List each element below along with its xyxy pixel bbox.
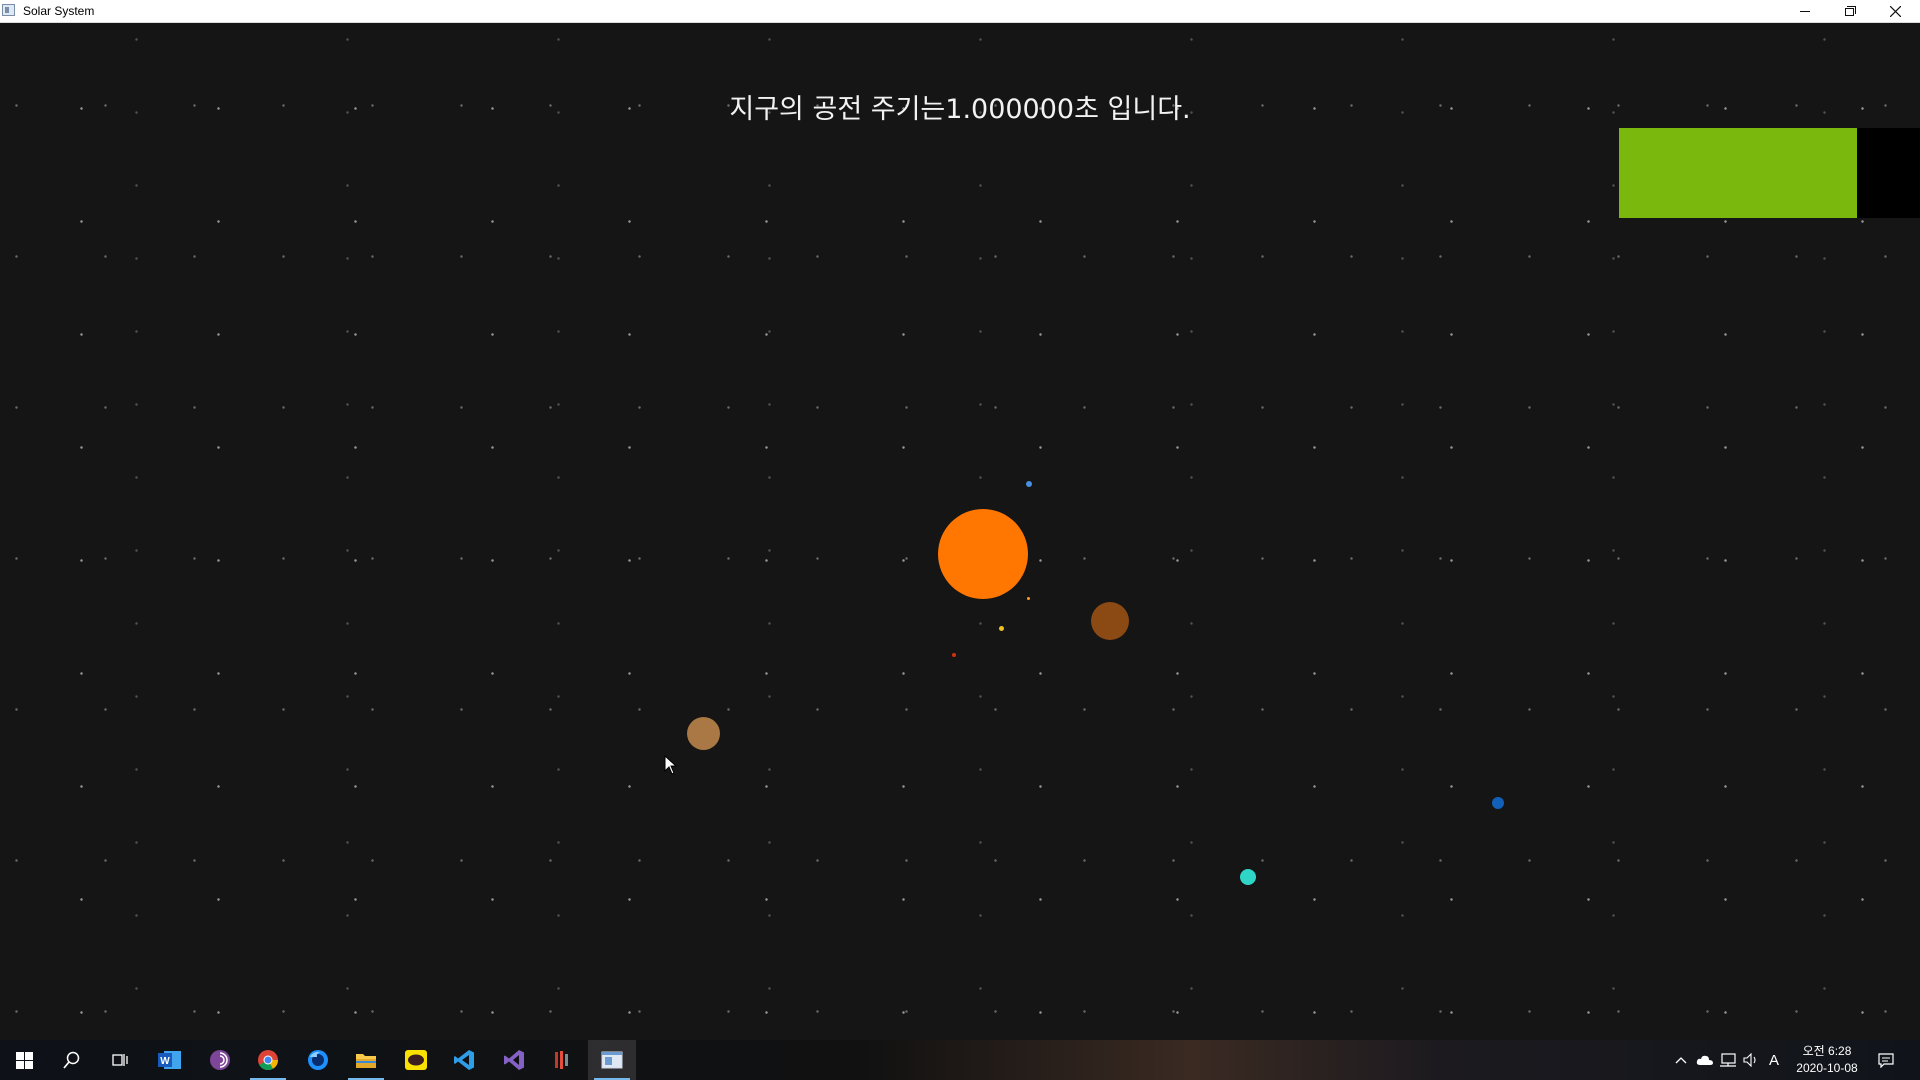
vscode-button[interactable] [440, 1040, 488, 1080]
planet-orange-tiny [1027, 597, 1030, 600]
visual-studio-icon [504, 1050, 524, 1070]
search-button[interactable] [48, 1040, 96, 1080]
taskbar-clock[interactable]: 오전 6:28 2020-10-08 [1782, 1043, 1872, 1077]
minimize-button[interactable] [1782, 0, 1828, 23]
visual-studio-button[interactable] [490, 1040, 538, 1080]
vscode-icon [454, 1050, 474, 1070]
minimize-icon [1800, 11, 1810, 12]
sun [938, 509, 1028, 599]
task-view-icon [112, 1054, 128, 1066]
planet-brown-large [1091, 602, 1129, 640]
orbit-period-caption: 지구의 공전 주기는1.000000초 입니다. [729, 94, 1191, 125]
taskbar: W A 오전 6:28 2020-10-08 [0, 1040, 1920, 1080]
clock-date: 2020-10-08 [1796, 1061, 1858, 1075]
restore-icon [1844, 5, 1856, 16]
chrome-icon [258, 1050, 279, 1071]
tor-browser-button[interactable] [196, 1040, 244, 1080]
word-button[interactable]: W [146, 1040, 194, 1080]
notification-icon [1878, 1052, 1894, 1068]
planet-tan [687, 717, 720, 750]
app-window-icon [2, 4, 15, 16]
firefox-icon [308, 1050, 328, 1070]
file-explorer-button[interactable] [342, 1040, 390, 1080]
kakaotalk-button[interactable] [392, 1040, 440, 1080]
app-icon-red [555, 1051, 568, 1069]
restore-button[interactable] [1826, 0, 1872, 23]
onedrive-button[interactable] [1694, 1040, 1716, 1080]
planet-blue [1492, 797, 1504, 809]
kakaotalk-icon [405, 1050, 427, 1070]
cloud-icon [1696, 1055, 1713, 1065]
ime-indicator[interactable]: A [1764, 1040, 1784, 1080]
svg-text:W: W [160, 1056, 170, 1067]
windows-start-button[interactable] [0, 1040, 48, 1080]
green-panel [1619, 128, 1857, 218]
solar-system-canvas[interactable]: 지구의 공전 주기는1.000000초 입니다. [0, 23, 1920, 1040]
tray-overflow-button[interactable] [1670, 1040, 1692, 1080]
volume-button[interactable] [1740, 1040, 1762, 1080]
red-app-button[interactable] [538, 1040, 586, 1080]
black-panel [1857, 128, 1920, 218]
firefox-button[interactable] [294, 1040, 342, 1080]
planet-yellow [999, 626, 1004, 631]
chrome-button[interactable] [244, 1040, 292, 1080]
solar-system-taskbar-button[interactable] [588, 1040, 636, 1080]
task-view-button[interactable] [96, 1040, 144, 1080]
window-title: Solar System [23, 4, 95, 18]
word-icon: W [158, 1051, 181, 1069]
action-center-button[interactable] [1874, 1040, 1898, 1080]
window-titlebar[interactable]: Solar System [0, 0, 1920, 23]
windows-start-icon [15, 1051, 33, 1069]
clock-time: 오전 6:28 [1802, 1044, 1852, 1058]
close-button[interactable] [1872, 0, 1918, 23]
network-button[interactable] [1717, 1040, 1739, 1080]
planet-small-blue [1026, 481, 1032, 487]
speaker-icon [1743, 1053, 1756, 1067]
chevron-up-icon [1675, 1057, 1687, 1064]
solar-system-app-icon [601, 1051, 623, 1069]
search-icon [63, 1051, 80, 1069]
network-icon [1720, 1053, 1736, 1067]
planet-red [952, 653, 956, 657]
tor-icon [210, 1050, 230, 1070]
close-icon [1889, 6, 1901, 17]
planet-cyan [1240, 869, 1256, 885]
file-explorer-icon [356, 1054, 376, 1068]
